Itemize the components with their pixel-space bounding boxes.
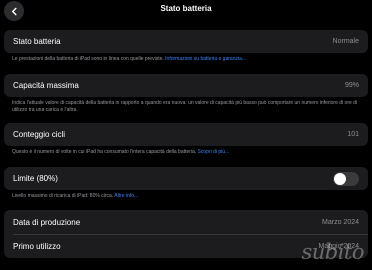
- page-title: Stato batteria: [160, 4, 212, 13]
- manufacture-date-label: Data di produzione: [13, 217, 81, 227]
- battery-status-description-text: Le prestazioni della batteria di iPad so…: [12, 56, 164, 62]
- cycle-count-row: Conteggio cicli 101: [4, 123, 368, 146]
- cycle-count-description: Questo è il numero di volte in cui iPad …: [12, 149, 364, 156]
- manufacture-date-value: Marzo 2024: [322, 218, 359, 226]
- battery-status-description: Le prestazioni della batteria di iPad so…: [12, 56, 364, 63]
- cycle-count-value: 101: [347, 131, 359, 138]
- cycle-count-label: Conteggio cicli: [13, 130, 66, 139]
- charge-limit-description: Livello massimo di ricarica di iPad: 80%…: [12, 193, 364, 200]
- cycle-count-description-text: Questo è il numero di volte in cui iPad …: [12, 149, 197, 155]
- max-capacity-label: Capacità massima: [13, 81, 79, 90]
- max-capacity-description: Indica l'attuale valore di capacità dell…: [12, 100, 364, 113]
- battery-warranty-link[interactable]: Informazioni su batteria e garanzia...: [165, 56, 246, 62]
- charge-limit-row: Limite (80%): [4, 167, 368, 190]
- subito-watermark: subito: [301, 240, 364, 264]
- learn-more-link[interactable]: Scopri di più...: [198, 149, 230, 155]
- navigation-bar: Stato batteria: [0, 0, 372, 22]
- first-use-label: Primo utilizzo: [13, 241, 61, 251]
- more-info-link[interactable]: Altre info...: [114, 193, 138, 199]
- row-divider: [13, 234, 368, 235]
- toggle-knob: [334, 172, 346, 185]
- max-capacity-row: Capacità massima 99%: [4, 74, 368, 97]
- charge-limit-toggle[interactable]: [333, 171, 359, 186]
- battery-status-label: Stato batteria: [13, 37, 61, 46]
- charge-limit-label: Limite (80%): [13, 174, 58, 183]
- max-capacity-value: 99%: [344, 82, 359, 89]
- battery-status-value: Normale: [332, 38, 359, 45]
- battery-status-row[interactable]: Stato batteria Normale: [4, 30, 368, 53]
- manufacture-date-row: Data di produzione Marzo 2024: [4, 210, 368, 234]
- charge-limit-description-text: Livello massimo di ricarica di iPad: 80%…: [12, 193, 114, 199]
- max-capacity-description-text: Indica l'attuale valore di capacità dell…: [12, 100, 358, 113]
